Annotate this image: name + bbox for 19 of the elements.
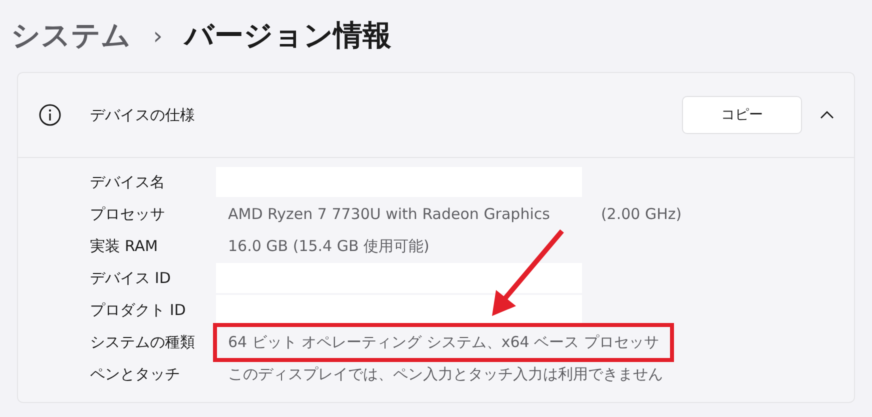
spec-value: AMD Ryzen 7 7730U with Radeon Graphics — [227, 204, 551, 225]
spec-label: デバイス ID — [90, 268, 172, 288]
breadcrumb-separator: › — [153, 22, 163, 50]
spec-label: デバイス名 — [90, 172, 166, 192]
spec-value-extra: (2.00 GHz) — [600, 205, 682, 223]
spec-value: 16.0 GB (15.4 GB 使用可能) — [227, 236, 430, 256]
spec-label: プロダクト ID — [90, 300, 187, 320]
info-icon — [39, 104, 61, 126]
spec-label: システムの種類 — [90, 332, 196, 352]
highlighted-value: 64 ビット オペレーティング システム、x64 ベース プロセッサ — [213, 322, 674, 362]
section-title: デバイスの仕様 — [90, 106, 196, 124]
breadcrumb-parent[interactable]: システム — [11, 16, 131, 56]
page-title: バージョン情報 — [184, 17, 392, 54]
spec-label: ペンとタッチ — [90, 364, 181, 384]
copy-button[interactable]: コピー — [682, 96, 802, 134]
spec-label: 実装 RAM — [90, 236, 159, 256]
spec-value: このディスプレイでは、ペン入力とタッチ入力は利用できません — [227, 364, 664, 384]
spec-label: プロセッサ — [90, 204, 166, 224]
chevron-icon[interactable] — [820, 111, 834, 119]
